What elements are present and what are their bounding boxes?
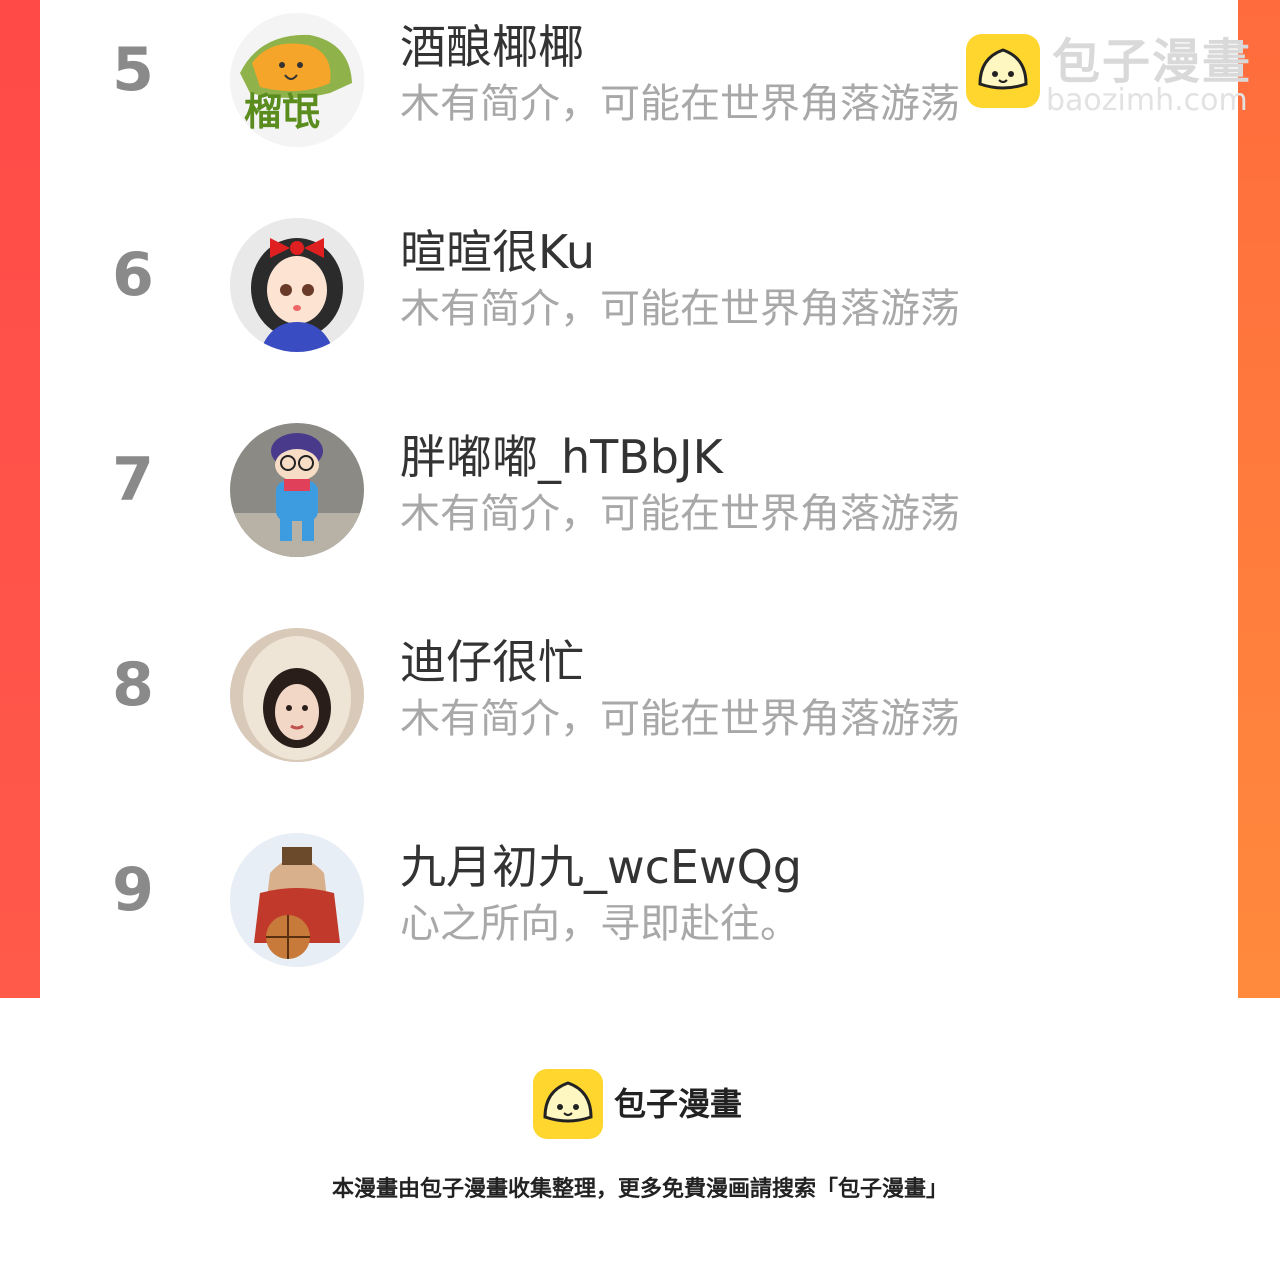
footer-brand: 包子漫畫 bbox=[614, 1085, 743, 1123]
watermark: 包子漫畫 baozimh.com bbox=[966, 34, 1266, 124]
user-name[interactable]: 暄暄很Ku bbox=[400, 223, 595, 281]
user-bio: 心之所向，寻即赴往。 bbox=[400, 901, 800, 947]
avatar-lettering: 榴氓 bbox=[244, 90, 320, 134]
rank-number: 5 bbox=[112, 35, 154, 105]
list-item[interactable]: 8 迪仔很忙 木有简介，可能在世界角落游荡 bbox=[0, 615, 1280, 762]
rank-number: 6 bbox=[112, 240, 154, 310]
watermark-title: 包子漫畫 bbox=[1052, 34, 1253, 90]
user-name[interactable]: 胖嘟嘟_hTBbJK bbox=[400, 428, 723, 486]
list-item[interactable]: 7 胖嘟嘟_hTBbJK 木有简介，可能在世界角落游荡 bbox=[0, 410, 1280, 557]
bun-logo-icon bbox=[966, 34, 1040, 108]
user-name[interactable]: 酒酿椰椰 bbox=[400, 18, 584, 76]
cartoon-girl-avatar[interactable] bbox=[230, 218, 364, 352]
user-bio: 木有简介，可能在世界角落游荡 bbox=[400, 81, 960, 127]
rank-number: 9 bbox=[112, 855, 154, 925]
watermark-url: baozimh.com bbox=[1046, 83, 1248, 118]
list-item[interactable]: 9 九月初九_wcEwQg 心之所向，寻即赴往。 bbox=[0, 820, 1280, 967]
durian-avatar[interactable]: 榴氓 bbox=[230, 13, 364, 147]
user-name[interactable]: 九月初九_wcEwQg bbox=[400, 838, 802, 896]
arale-figure-avatar[interactable] bbox=[230, 423, 364, 557]
rank-number: 7 bbox=[112, 445, 154, 515]
user-name[interactable]: 迪仔很忙 bbox=[400, 633, 584, 691]
user-bio: 木有简介，可能在世界角落游荡 bbox=[400, 286, 960, 332]
basketball-anime-avatar[interactable] bbox=[230, 833, 364, 967]
bun-logo-icon bbox=[533, 1069, 603, 1139]
rank-number: 8 bbox=[112, 650, 154, 720]
footer-note: 本漫畫由包子漫畫收集整理，更多免費漫画請搜索「包子漫畫」 bbox=[331, 1177, 948, 1202]
list-item[interactable]: 6 暄暄很Ku 木有简介，可能在世界角落游荡 bbox=[0, 205, 1280, 352]
woman-portrait-avatar[interactable] bbox=[230, 628, 364, 762]
user-bio: 木有简介，可能在世界角落游荡 bbox=[400, 491, 960, 537]
user-bio: 木有简介，可能在世界角落游荡 bbox=[400, 696, 960, 742]
